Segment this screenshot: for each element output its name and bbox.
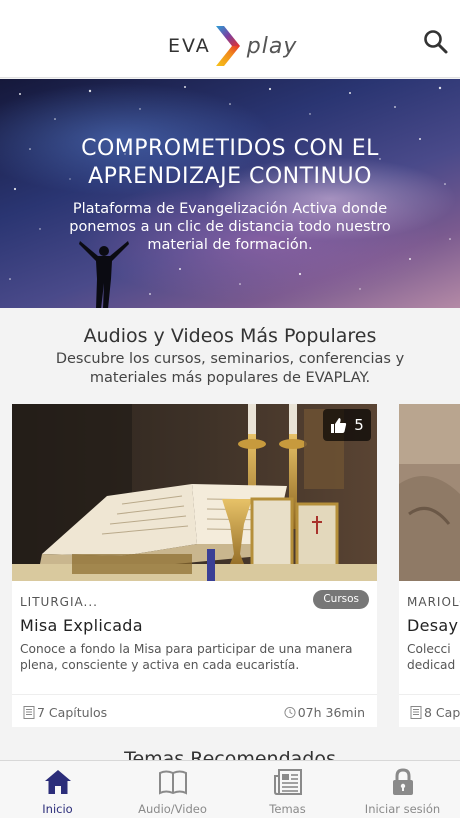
card-thumbnail: 5	[12, 404, 377, 581]
person-silhouette-image	[79, 241, 129, 308]
search-button[interactable]	[422, 28, 450, 56]
popular-section-title: Audios y Videos Más Populares	[83, 325, 377, 347]
tab-label: Temas	[269, 802, 306, 816]
newspaper-icon	[273, 769, 302, 795]
document-icon	[23, 706, 35, 719]
course-card-peek[interactable]: MARIOLO Desay Colecci dedicad 8 Cap	[399, 404, 460, 727]
painting-image	[399, 404, 460, 581]
course-card-misa-explicada[interactable]: 5 LITURGIA... Cursos Misa Explicada Cono…	[12, 404, 377, 727]
logo-play-text: play	[246, 33, 298, 59]
logo-chevron-icon	[215, 26, 240, 66]
card-title: Misa Explicada	[20, 616, 143, 635]
card-title: Desay	[407, 616, 459, 635]
app-screen: EVA play COMPROMETIDOS CON EL APRENDIZAJ…	[0, 0, 460, 818]
card-category: LITURGIA...	[20, 595, 98, 609]
card-footer: 8 Cap	[399, 694, 460, 727]
starfield-background	[9, 86, 451, 295]
card-footer: 7 Capítulos 07h 36min	[12, 694, 377, 727]
chapters-info: 7 Capítulos	[23, 705, 107, 720]
duration-info: 07h 36min	[284, 705, 365, 720]
home-icon	[44, 770, 71, 794]
bottom-tab-bar: Inicio Audio/Video Temas Iniciar sesión	[0, 760, 460, 818]
top-bar: EVA play	[0, 0, 460, 78]
likes-counter[interactable]: 5	[323, 409, 371, 441]
document-icon	[410, 706, 422, 719]
tab-audio-video[interactable]: Audio/Video	[115, 761, 230, 818]
logo-eva-text: EVA	[168, 35, 211, 57]
clock-icon	[284, 706, 296, 719]
chapters-info: 8 Cap	[410, 705, 460, 720]
tab-inicio[interactable]: Inicio	[0, 761, 115, 818]
likes-count: 5	[354, 416, 364, 434]
book-icon	[158, 770, 187, 795]
lock-icon	[392, 768, 413, 795]
card-category: MARIOLO	[407, 595, 460, 609]
tab-iniciar-sesion[interactable]: Iniciar sesión	[345, 761, 460, 818]
tab-temas[interactable]: Temas	[230, 761, 345, 818]
evaplay-logo[interactable]: EVA play	[168, 24, 297, 68]
card-description: Colecci dedicad	[407, 642, 456, 672]
card-thumbnail	[399, 404, 460, 581]
search-icon	[424, 30, 448, 54]
hero-banner: COMPROMETIDOS CON EL APRENDIZAJE CONTINU…	[0, 79, 460, 308]
popular-section-subtitle: Descubre los cursos, seminarios, confere…	[55, 351, 405, 386]
tab-label: Iniciar sesión	[364, 802, 441, 816]
tab-label: Inicio	[42, 802, 73, 816]
thumbs-up-icon	[331, 417, 347, 433]
tab-label: Audio/Video	[138, 802, 207, 816]
hero-title: COMPROMETIDOS CON EL APRENDIZAJE CONTINU…	[81, 136, 379, 189]
card-description: Conoce a fondo la Misa para participar d…	[20, 642, 353, 672]
type-badge: Cursos	[313, 590, 369, 609]
